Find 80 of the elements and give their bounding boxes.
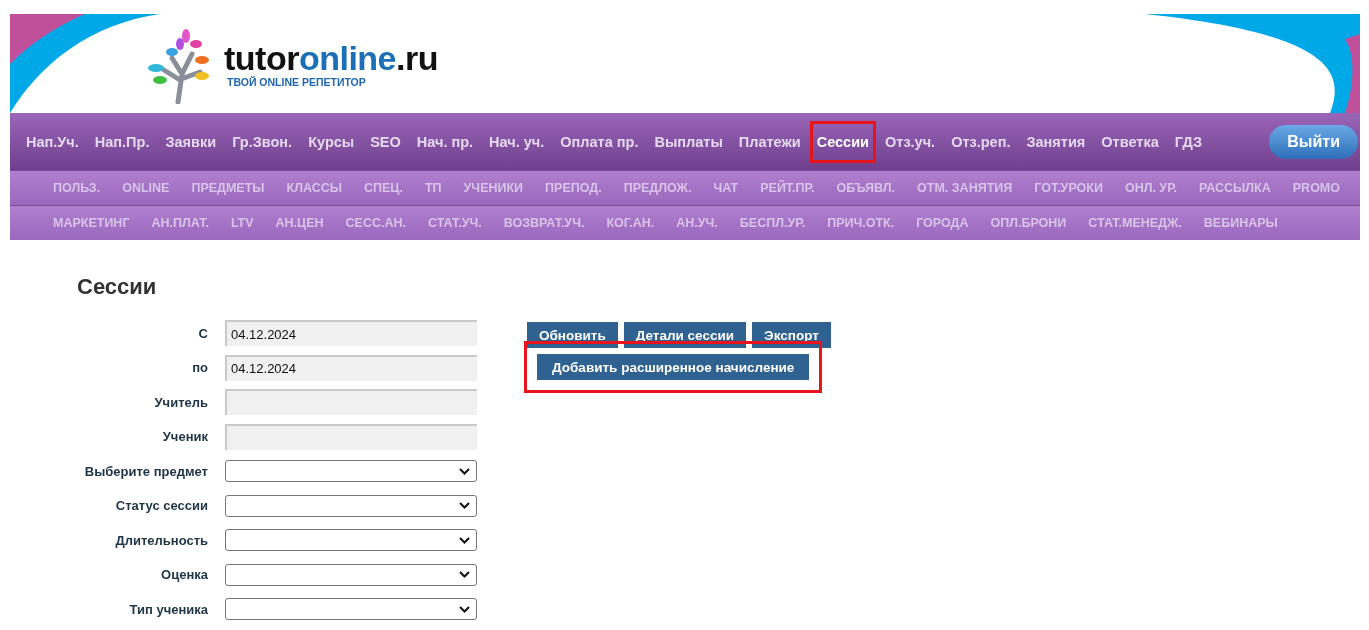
subnav-link[interactable]: СТАТ.УЧ. xyxy=(417,216,493,230)
subnav-link[interactable]: ПРЕПОД. xyxy=(534,181,613,195)
nav-link[interactable]: Нап.Уч. xyxy=(19,120,86,163)
field-label: Тип ученика xyxy=(128,601,208,617)
subnav-link[interactable]: PROMO xyxy=(1281,181,1351,195)
subnav-link[interactable]: ВЕБИНАРЫ xyxy=(1192,216,1289,230)
subnav-link[interactable]: ОБЪЯВЛ. xyxy=(825,181,907,195)
chevron-down-icon xyxy=(459,467,470,475)
subnav-link[interactable]: СТАТ.МЕНЕДЖ. xyxy=(1077,216,1193,230)
action-button[interactable]: Добавить расширенное начисление xyxy=(537,354,810,380)
nav-link[interactable]: Оплата пр. xyxy=(553,120,646,163)
subnav-link[interactable]: КОГ.АН. xyxy=(595,216,666,230)
subnav-link[interactable]: АН.ПЛАТ. xyxy=(140,216,220,230)
subnav-link[interactable]: ПРЕДМЕТЫ xyxy=(180,181,276,195)
nav-link[interactable]: Платежи xyxy=(731,120,808,163)
subnav-link[interactable]: РАССЫЛКА xyxy=(1188,181,1282,195)
subnav-link[interactable]: СЕСС.АН. xyxy=(334,216,417,230)
action-button[interactable]: Экспорт xyxy=(752,322,831,348)
select-field[interactable] xyxy=(225,598,477,620)
subnav-link[interactable]: LTV xyxy=(219,216,265,230)
logo-tagline: ТВОЙ ONLINE РЕПЕТИТОР xyxy=(227,75,367,88)
subnav-link[interactable]: СПЕЦ. xyxy=(353,181,414,195)
input-field[interactable]: 04.12.2024 xyxy=(225,354,477,381)
subnav-link[interactable]: ОПЛ.БРОНИ xyxy=(979,216,1078,230)
field-label: Статус сессии xyxy=(114,498,208,513)
nav-link[interactable]: Занятия xyxy=(1019,120,1093,163)
nav-link[interactable]: ГДЗ xyxy=(1167,120,1210,163)
subnav-link[interactable]: ГОРОДА xyxy=(905,216,980,230)
input-field[interactable]: 04.12.2024 xyxy=(225,320,477,346)
subnav-link[interactable]: ВОЗВРАТ.УЧ. xyxy=(492,216,596,230)
subnav-link[interactable]: РЕЙТ.ПР. xyxy=(749,181,826,195)
subnav-link[interactable]: ONLINE xyxy=(111,181,181,195)
field-label: Ученик xyxy=(161,429,208,444)
nav-link[interactable]: Нап.Пр. xyxy=(87,120,157,163)
nav-link[interactable]: Нач. уч. xyxy=(482,120,552,163)
field-label: Длительность xyxy=(114,532,208,548)
chevron-down-icon xyxy=(459,502,470,509)
field-label: Оценка xyxy=(160,567,208,582)
select-field[interactable] xyxy=(225,460,477,482)
select-field[interactable] xyxy=(225,529,477,551)
subnav-link[interactable]: ОНЛ. УР. xyxy=(1113,181,1189,195)
subnav-link[interactable]: БЕСПЛ.УР. xyxy=(728,216,817,230)
nav-link[interactable]: Сессии xyxy=(809,120,876,163)
field-label: Выберите предмет xyxy=(83,463,208,479)
nav-link[interactable]: Заявки xyxy=(158,120,224,163)
nav-link[interactable]: Ответка xyxy=(1094,120,1166,163)
nav-link[interactable]: Отз.реп. xyxy=(944,120,1018,163)
subnav-link[interactable]: АН.ЦЕН xyxy=(264,216,335,230)
chevron-down-icon xyxy=(459,571,470,578)
logo-wordmark: tutoronline.ru xyxy=(224,39,438,76)
chevron-down-icon xyxy=(459,536,470,544)
subnav-link[interactable]: ОТМ. ЗАНЯТИЯ xyxy=(906,181,1024,195)
field-label: по xyxy=(191,360,208,375)
select-field[interactable] xyxy=(225,563,477,586)
subnav-link[interactable]: ЧАТ xyxy=(702,181,750,195)
page-title: Сессии xyxy=(77,274,158,300)
logout-button[interactable]: Выйти xyxy=(1269,124,1358,159)
subnav-link[interactable]: ПРЕДЛОЖ. xyxy=(612,181,703,195)
subnav-link[interactable]: ПРИЧ.ОТК. xyxy=(816,216,906,230)
subnav-link[interactable]: КЛАССЫ xyxy=(275,181,353,195)
input-field[interactable] xyxy=(225,389,477,415)
subnav-link[interactable]: ТП xyxy=(413,181,453,195)
subnav-link[interactable]: ПОЛЬЗ. xyxy=(42,181,112,195)
subnav-link[interactable]: АН.УЧ. xyxy=(665,216,729,230)
action-button[interactable]: Детали сессии xyxy=(623,322,747,348)
nav-link[interactable]: Курсы xyxy=(301,120,362,163)
subnav-link[interactable]: МАРКЕТИНГ xyxy=(42,216,141,230)
field-label: С xyxy=(197,325,208,341)
nav-link[interactable]: SEO xyxy=(363,120,408,163)
select-field[interactable] xyxy=(225,494,477,517)
field-label: Учитель xyxy=(153,394,208,410)
chevron-down-icon xyxy=(459,605,470,613)
action-button[interactable]: Обновить xyxy=(527,322,618,348)
subnav-link[interactable]: УЧЕНИКИ xyxy=(452,181,535,195)
nav-link[interactable]: Выплаты xyxy=(647,120,730,163)
nav-link[interactable]: Гр.Звон. xyxy=(225,120,300,163)
subnav-link[interactable]: ГОТ.УРОКИ xyxy=(1023,181,1114,195)
input-field[interactable] xyxy=(225,423,477,450)
nav-link[interactable]: Отз.уч. xyxy=(878,120,943,163)
nav-link[interactable]: Нач. пр. xyxy=(409,120,481,163)
